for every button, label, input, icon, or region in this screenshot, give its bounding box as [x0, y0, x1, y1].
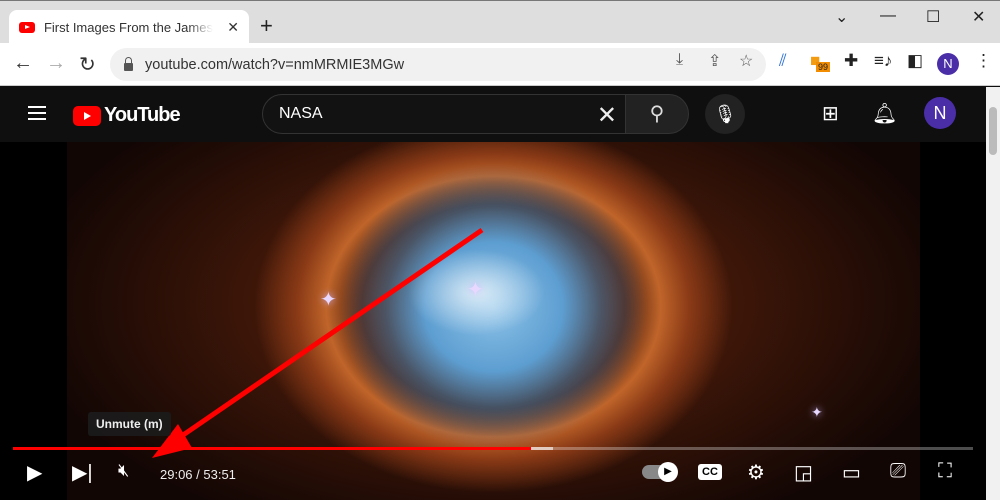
address-bar[interactable]: youtube.com/watch?v=nmMRMIE3MGw: [110, 48, 766, 81]
search-icon: ⚲: [649, 103, 665, 125]
youtube-favicon-icon: [19, 21, 35, 33]
url-text[interactable]: youtube.com/watch?v=nmMRMIE3MGw: [145, 57, 404, 73]
search-button[interactable]: ⚲: [625, 94, 689, 134]
muted-speaker-icon[interactable]: 🔇︎: [118, 460, 129, 481]
autoplay-toggle[interactable]: ▶: [642, 462, 678, 485]
maximize-button[interactable]: ☐: [926, 7, 940, 27]
reload-icon[interactable]: ↻: [79, 52, 96, 77]
logo-text: YouTube: [104, 104, 181, 126]
progress-bar[interactable]: [13, 447, 973, 450]
profile-avatar[interactable]: N: [937, 53, 959, 75]
new-tab-button[interactable]: +: [260, 13, 273, 39]
media-control-icon[interactable]: ≡♪: [874, 51, 892, 71]
side-panel-icon[interactable]: ◧: [907, 51, 923, 71]
voice-search-button[interactable]: 🎙︎: [705, 94, 745, 134]
time-display: 29:06 / 53:51: [160, 467, 236, 482]
notifications-bell-icon[interactable]: 🔔︎: [872, 101, 897, 126]
youtube-header: YouTube NASA ✕ ⚲ 🎙︎ ⊞ 🔔︎ N: [0, 87, 986, 142]
minimize-button[interactable]: —: [880, 7, 896, 25]
youtube-avatar[interactable]: N: [924, 97, 956, 129]
tab-search-chevron-icon[interactable]: ⌄: [835, 7, 848, 27]
theater-mode-icon[interactable]: ▭: [842, 460, 861, 485]
video-player[interactable]: ✦ ✦ ✦ Unmute (m) ▶ ▶| 🔇︎ 29:06 / 53:51 ▶…: [0, 142, 986, 500]
create-video-icon[interactable]: ⊞: [822, 101, 839, 126]
back-icon[interactable]: ←: [13, 52, 33, 75]
youtube-logo[interactable]: YouTube: [73, 104, 181, 127]
bookmark-star-icon[interactable]: ☆: [739, 51, 753, 71]
close-window-button[interactable]: ✕: [972, 7, 985, 27]
captions-button[interactable]: CC: [698, 464, 722, 480]
extensions-puzzle-icon[interactable]: ✚: [844, 51, 858, 71]
share-icon[interactable]: ⇪: [708, 51, 721, 71]
page-scrollbar[interactable]: [986, 87, 1000, 500]
browser-tab[interactable]: First Images From the James Webb Space T…: [9, 10, 249, 44]
tab-title: First Images From the James Webb Space T…: [43, 19, 213, 35]
forward-icon[interactable]: →: [46, 52, 66, 75]
clear-search-icon[interactable]: ✕: [597, 101, 617, 130]
extension-feather-icon[interactable]: ⫽: [779, 51, 787, 71]
lock-icon: [124, 56, 133, 71]
hamburger-menu-icon[interactable]: [28, 106, 46, 120]
play-icon[interactable]: ▶: [27, 460, 42, 485]
close-tab-icon[interactable]: ✕: [227, 19, 239, 36]
fullscreen-icon[interactable]: ⛶: [938, 460, 952, 483]
youtube-play-logo-icon: [73, 105, 101, 126]
menu-kebab-icon[interactable]: ⋮: [975, 51, 992, 71]
extension-badge: 99: [816, 62, 831, 72]
played-bar: [13, 447, 532, 450]
install-app-icon[interactable]: ⤓: [676, 51, 683, 69]
search-input[interactable]: NASA ✕: [262, 94, 626, 134]
tab-strip: First Images From the James Webb Space T…: [0, 0, 1000, 44]
unmute-tooltip: Unmute (m): [88, 412, 171, 436]
search-value: NASA: [279, 105, 323, 122]
next-icon[interactable]: ▶|: [72, 460, 93, 485]
scrollbar-thumb[interactable]: [989, 107, 997, 155]
microphone-icon: 🎙︎: [713, 104, 737, 124]
settings-gear-icon[interactable]: ⚙: [747, 460, 765, 485]
browser-toolbar: ← → ↻ youtube.com/watch?v=nmMRMIE3MGw ⤓ …: [0, 43, 1000, 86]
cast-icon[interactable]: ⎚: [890, 460, 906, 483]
extension-python-icon[interactable]: ■ 99: [810, 51, 831, 72]
miniplayer-icon[interactable]: ◲: [794, 460, 813, 485]
